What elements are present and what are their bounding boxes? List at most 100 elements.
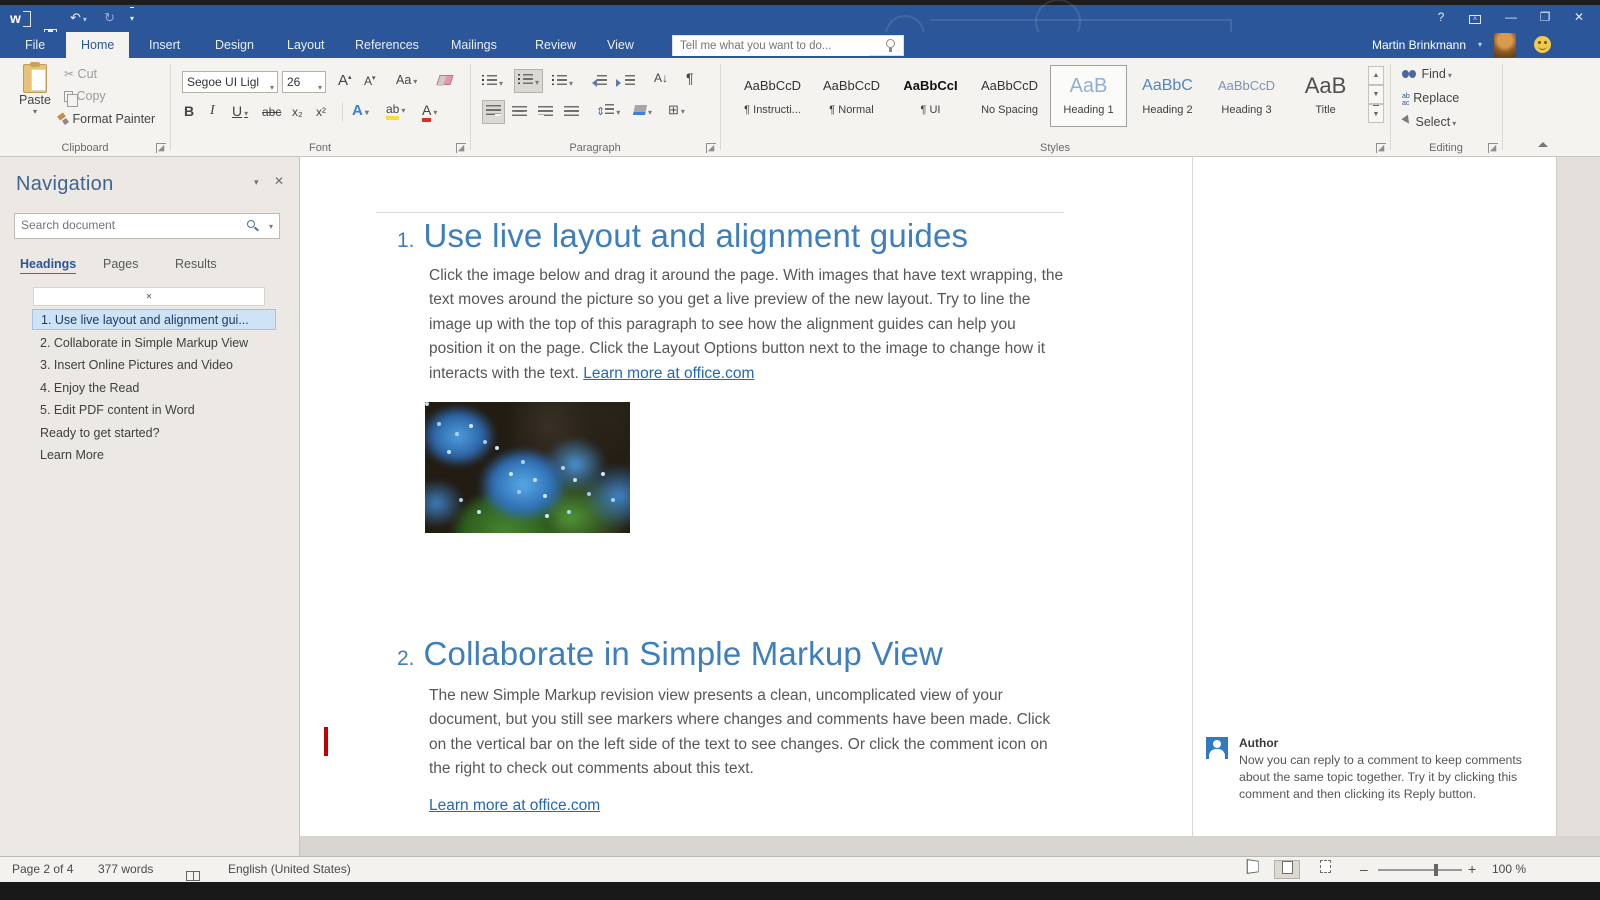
restore-button[interactable]: ❐ — [1532, 7, 1558, 29]
tab-mailings[interactable]: Mailings — [436, 32, 512, 58]
tell-me-input[interactable] — [673, 37, 869, 56]
minimize-button[interactable]: — — [1498, 7, 1524, 29]
redo-icon[interactable]: ↻ — [104, 9, 115, 27]
text-effects-button[interactable]: A▾ — [352, 102, 369, 119]
style-ui[interactable]: AaBbCcI¶ UI — [892, 65, 969, 127]
show-marks-button[interactable]: ¶ — [686, 70, 694, 86]
select-button[interactable]: Select▾ — [1404, 115, 1456, 129]
zoom-out-button[interactable]: – — [1360, 857, 1368, 882]
justify-button[interactable] — [564, 104, 579, 122]
align-right-button[interactable] — [538, 104, 553, 122]
find-button[interactable]: Find▾ — [1402, 67, 1452, 81]
copy-button[interactable]: Copy — [64, 89, 106, 103]
user-avatar[interactable] — [1494, 33, 1516, 57]
nav-tab-pages[interactable]: Pages — [103, 257, 138, 271]
nav-heading-item[interactable]: Ready to get started? — [32, 423, 276, 444]
style-heading3[interactable]: AaBbCcDHeading 3 — [1208, 65, 1285, 127]
close-button[interactable]: ✕ — [1566, 7, 1592, 29]
superscript-button[interactable]: x² — [316, 105, 326, 119]
comment-text[interactable]: Now you can reply to a comment to keep c… — [1239, 752, 1554, 803]
shading-button[interactable]: ▾ — [634, 102, 652, 120]
feedback-smiley-icon[interactable] — [1534, 36, 1551, 53]
flowers-image[interactable] — [425, 402, 630, 533]
nav-tab-headings[interactable]: Headings — [20, 257, 76, 274]
italic-button[interactable]: I — [210, 103, 215, 119]
change-case-button[interactable]: Aa▾ — [396, 73, 417, 87]
nav-heading-item[interactable]: 3. Insert Online Pictures and Video — [32, 355, 276, 376]
line-spacing-button[interactable]: ⇕▾ — [596, 102, 620, 120]
multilevel-list-button[interactable]: ▾ — [552, 73, 573, 91]
collapse-ribbon-icon[interactable] — [1538, 142, 1548, 147]
nav-heading-placeholder[interactable]: ✕ — [33, 287, 265, 306]
font-name-combo[interactable]: Segoe UI Ligl▾ — [182, 71, 278, 93]
read-mode-button[interactable] — [1240, 860, 1266, 879]
sort-button[interactable]: A↓ — [654, 71, 668, 85]
nav-pane-options-caret-icon[interactable]: ▾ — [254, 177, 259, 188]
styles-scroll-down-button[interactable]: ▼ — [1368, 85, 1384, 104]
numbering-button[interactable]: ▾ — [514, 69, 543, 93]
nav-heading-item[interactable]: 1. Use live layout and alignment gui... — [32, 309, 276, 330]
increase-indent-button[interactable] — [616, 73, 635, 91]
section2-link[interactable]: Learn more at office.com — [429, 797, 600, 814]
nav-heading-item[interactable]: 5. Edit PDF content in Word — [32, 400, 276, 421]
font-color-button[interactable]: A▾ — [422, 102, 437, 122]
editing-dialog-launcher[interactable] — [1488, 143, 1498, 153]
style-title[interactable]: AaBTitle — [1287, 65, 1364, 127]
zoom-slider-track[interactable] — [1378, 869, 1462, 871]
vertical-scrollbar-track[interactable] — [1556, 157, 1600, 836]
undo-icon[interactable]: ↶▾ — [70, 9, 87, 29]
tab-layout[interactable]: Layout — [272, 32, 340, 58]
grow-font-button[interactable]: A▴ — [338, 72, 352, 89]
tab-insert[interactable]: Insert — [134, 32, 195, 58]
font-dialog-launcher[interactable] — [456, 143, 466, 153]
styles-scroll-up-button[interactable]: ▲ — [1368, 66, 1384, 85]
print-layout-button[interactable] — [1274, 860, 1300, 879]
help-button[interactable]: ? — [1428, 7, 1454, 29]
nav-search-box[interactable]: ▾ — [14, 213, 280, 239]
align-left-button[interactable] — [482, 100, 505, 124]
underline-button[interactable]: U▾ — [232, 103, 248, 119]
nav-heading-item[interactable]: 2. Collaborate in Simple Markup View — [32, 333, 276, 354]
nav-pane-close-icon[interactable]: ✕ — [274, 174, 284, 188]
nav-search-input[interactable] — [15, 214, 215, 236]
style-no-spacing[interactable]: AaBbCcDNo Spacing — [971, 65, 1048, 127]
format-painter-button[interactable]: Format Painter — [58, 112, 155, 126]
styles-dialog-launcher[interactable] — [1376, 143, 1386, 153]
tab-file[interactable]: File — [10, 32, 60, 58]
clipboard-dialog-launcher[interactable] — [156, 143, 166, 153]
styles-more-button[interactable]: ▼ — [1368, 104, 1384, 123]
bold-button[interactable]: B — [184, 103, 194, 119]
tell-me-box[interactable] — [672, 35, 904, 56]
paste-button[interactable]: Paste ▾ — [12, 64, 58, 116]
language-indicator[interactable]: English (United States) — [228, 857, 351, 882]
strikethrough-button[interactable]: abc — [262, 105, 281, 119]
tab-view[interactable]: View — [592, 32, 649, 58]
nav-tab-results[interactable]: Results — [175, 257, 217, 271]
subscript-button[interactable]: x₂ — [292, 105, 303, 119]
page-indicator[interactable]: Page 2 of 4 — [12, 857, 73, 882]
tab-review[interactable]: Review — [520, 32, 591, 58]
borders-button[interactable]: ⊞▾ — [668, 101, 685, 119]
tab-references[interactable]: References — [340, 32, 434, 58]
web-layout-button[interactable] — [1312, 860, 1338, 879]
style-heading2[interactable]: AaBbCHeading 2 — [1129, 65, 1206, 127]
user-name[interactable]: Martin Brinkmann — [1372, 32, 1466, 58]
customize-qat-icon[interactable]: ▾ — [130, 7, 134, 28]
bullets-button[interactable]: ▾ — [482, 73, 503, 91]
zoom-slider-thumb[interactable] — [1434, 864, 1438, 876]
ribbon-display-options-button[interactable]: ˄ — [1462, 7, 1488, 29]
style-normal[interactable]: AaBbCcD¶ Normal — [813, 65, 890, 127]
nav-heading-item[interactable]: 4. Enjoy the Read — [32, 378, 276, 399]
replace-button[interactable]: abac Replace — [1402, 91, 1459, 107]
style-instructions[interactable]: AaBbCcD¶ Instructi... — [734, 65, 811, 127]
word-app-icon[interactable]: w — [10, 10, 29, 27]
zoom-level[interactable]: 100 % — [1492, 857, 1526, 882]
tab-design[interactable]: Design — [200, 32, 269, 58]
search-options-caret-icon[interactable]: ▾ — [269, 222, 273, 231]
search-magnifier-icon[interactable] — [247, 220, 255, 228]
decrease-indent-button[interactable] — [588, 73, 607, 91]
shrink-font-button[interactable]: A▾ — [364, 74, 376, 88]
highlight-color-button[interactable]: ab▾ — [386, 102, 405, 120]
cut-button[interactable]: ✂ Cut — [64, 67, 97, 81]
font-size-combo[interactable]: 26▾ — [282, 71, 326, 93]
